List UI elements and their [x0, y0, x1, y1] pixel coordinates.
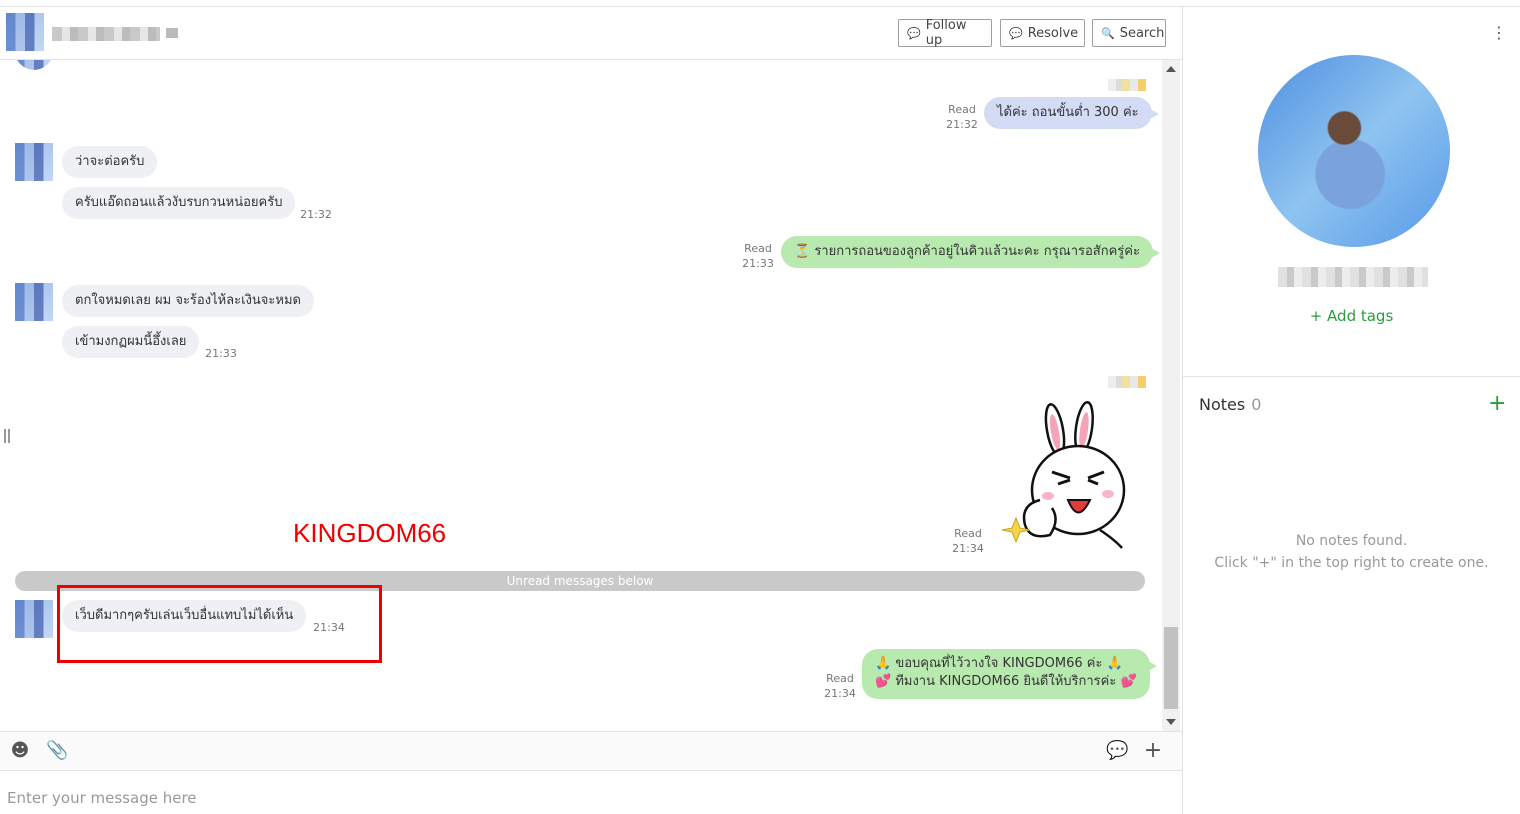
follow-up-button[interactable]: 💬 Follow up	[898, 18, 992, 48]
follow-up-label: Follow up	[925, 18, 967, 48]
resolve-label: Resolve	[1027, 25, 1079, 41]
speech-bubble-icon: 💬	[907, 26, 921, 40]
chat-template-icon[interactable]: 💬	[1106, 740, 1128, 762]
scroll-up-arrow-icon[interactable]	[1166, 66, 1176, 72]
outgoing-message[interactable]: ⏳ รายการถอนของลูกค้าอยู่ในคิวแล้วนะคะ กร…	[781, 236, 1160, 268]
notes-count: 0	[1251, 395, 1262, 414]
incoming-message[interactable]: ตกใจหมดเลย ผม จะร้องไห้ละเงินจะหมด	[62, 285, 314, 317]
message-status: Read 21:34	[824, 672, 856, 700]
chat-header: 💬 Follow up 💬 Resolve 🔍 Search	[0, 7, 1182, 60]
notes-empty-message: No notes found.	[1295, 533, 1408, 549]
notes-empty-hint: Click "+" in the top right to create one…	[1214, 555, 1489, 571]
plus-icon[interactable]: +	[1142, 740, 1164, 762]
message-time: 21:32	[300, 208, 332, 221]
agent-name-blurred	[1108, 376, 1146, 388]
chat-check-icon: 💬	[1009, 26, 1023, 40]
contact-avatar[interactable]	[6, 13, 44, 51]
incoming-message[interactable]: ครับแอ๊ดถอนแล้วงับรบกวนหน่อยครับ	[62, 187, 296, 219]
sidebar-divider	[1183, 376, 1520, 377]
add-note-button[interactable]: +	[1488, 391, 1506, 416]
profile-name-blurred	[1278, 267, 1428, 287]
agent-name-blurred	[1108, 79, 1146, 91]
incoming-message[interactable]: เข้ามงกฏผมนี้อึ้งเลย	[62, 326, 200, 358]
message-status: Read 21:32	[946, 103, 978, 131]
brand-annotation: KINGDOM66	[293, 518, 447, 548]
message-input[interactable]: Enter your message here	[7, 789, 197, 807]
emoji-icon[interactable]: ☻	[9, 740, 31, 762]
contact-avatar	[15, 283, 53, 321]
search-button[interactable]: 🔍 Search	[1092, 19, 1166, 47]
highlight-box	[57, 585, 382, 663]
more-options-icon[interactable]: ⋮	[1491, 25, 1507, 41]
notes-heading: Notes 0	[1199, 395, 1262, 414]
contact-sidebar: ⋮ + Add tags Notes 0 + No notes found. Cl…	[1183, 7, 1520, 814]
add-tags-link[interactable]: + Add tags	[1183, 307, 1520, 325]
bunny-sticker[interactable]	[1000, 400, 1130, 550]
search-label: Search	[1119, 25, 1165, 41]
composer-toolbar: ☻ 📎 💬 +	[0, 731, 1182, 771]
chat-panel: 💬 Follow up 💬 Resolve 🔍 Search Read 21:32…	[0, 7, 1183, 814]
scroll-down-arrow-icon[interactable]	[1166, 719, 1176, 725]
outgoing-message[interactable]: ได้ค่ะ ถอนขั้นต่ำ 300 ค่ะ	[984, 97, 1159, 129]
message-list[interactable]: Read 21:32 ได้ค่ะ ถอนขั้นต่ำ 300 ค่ะ ว่าจ…	[0, 60, 1160, 731]
profile-photo	[1258, 55, 1450, 247]
attachment-icon[interactable]: 📎	[46, 740, 68, 762]
message-status: Read 21:34	[952, 527, 984, 555]
message-status: Read 21:33	[742, 242, 774, 270]
scrollbar-thumb[interactable]	[1164, 627, 1178, 709]
message-scrollbar[interactable]	[1162, 60, 1180, 731]
top-border	[0, 0, 1520, 7]
message-time: 21:33	[205, 347, 237, 360]
contact-avatar	[15, 60, 53, 70]
contact-name-blurred	[52, 27, 160, 41]
search-icon: 🔍	[1101, 26, 1115, 40]
resolve-button[interactable]: 💬 Resolve	[1000, 19, 1085, 47]
outgoing-message[interactable]: 🙏 ขอบคุณที่ไว้วางใจ KINGDOM66 ค่ะ 🙏 💕 ที…	[862, 649, 1157, 699]
contact-avatar	[15, 600, 53, 638]
contact-badge-blurred	[166, 28, 178, 38]
incoming-message[interactable]: ว่าจะต่อครับ	[62, 146, 158, 178]
contact-avatar	[15, 143, 53, 181]
resize-handle[interactable]	[4, 429, 10, 443]
